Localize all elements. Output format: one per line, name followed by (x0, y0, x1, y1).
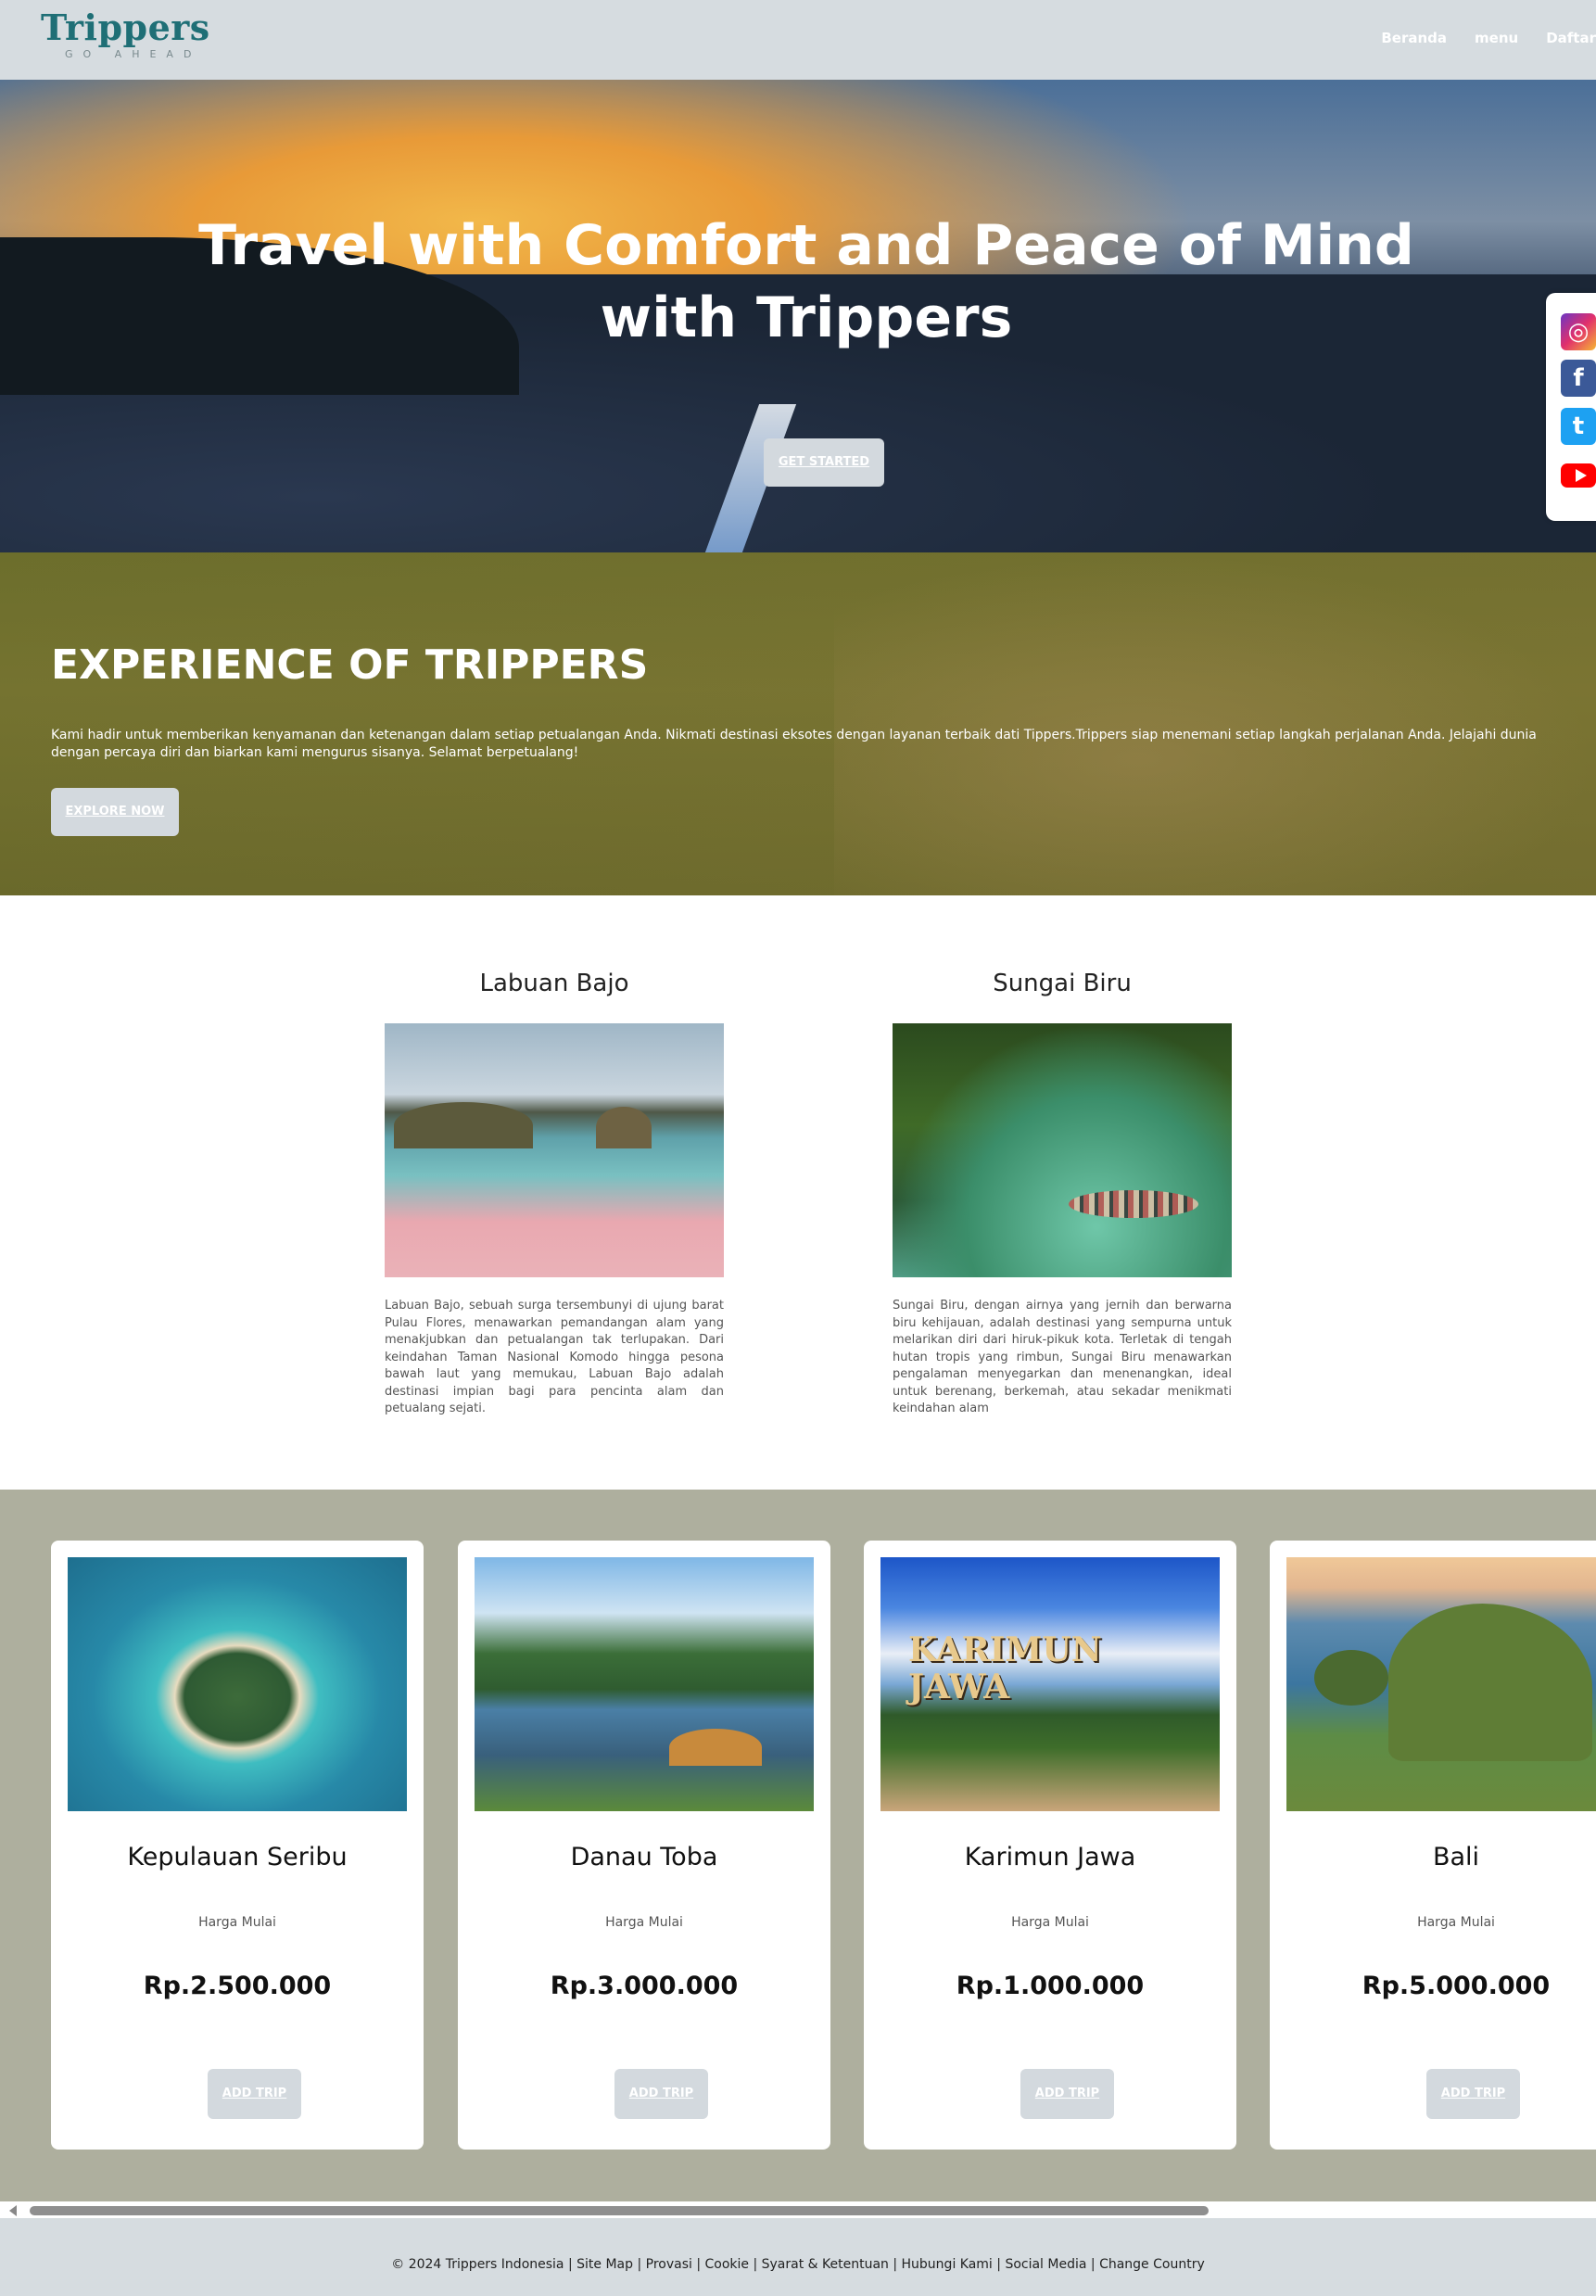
experience-background-image (834, 552, 1596, 895)
trip-title: Karimun Jawa (964, 1843, 1136, 1871)
logo-tagline: GO AHEAD (65, 48, 202, 60)
trip-title: Danau Toba (570, 1843, 718, 1871)
nav-menu[interactable]: menu (1475, 30, 1518, 46)
karimun-jawa-image: KARIMUN JAWA (880, 1557, 1220, 1811)
add-trip-button[interactable]: ADD TRIP (1020, 2069, 1114, 2119)
trip-price: Rp.3.000.000 (550, 1972, 739, 2000)
kepulauan-seribu-image (68, 1557, 407, 1811)
add-trip-button[interactable]: ADD TRIP (614, 2069, 708, 2119)
karimun-jawa-sign: KARIMUN JAWA (908, 1630, 1102, 1706)
destination-title: Sungai Biru (993, 970, 1132, 997)
trip-price-label: Harga Mulai (1417, 1915, 1495, 1930)
trip-price: Rp.1.000.000 (956, 1972, 1145, 2000)
instagram-icon[interactable]: ◎ (1561, 313, 1596, 350)
facebook-icon[interactable]: f (1561, 360, 1596, 397)
cliff-shape (1388, 1604, 1592, 1761)
add-trip-button[interactable]: ADD TRIP (1426, 2069, 1520, 2119)
trip-title: Bali (1432, 1843, 1480, 1871)
horizontal-scrollbar[interactable] (0, 2201, 1596, 2218)
island-shape (596, 1107, 652, 1148)
trip-card: Bali Harga Mulai Rp.5.000.000 ADD TRIP (1270, 1541, 1596, 2150)
get-started-button[interactable]: GET STARTED (764, 438, 884, 487)
hut-shape (669, 1729, 762, 1766)
trip-price: Rp.2.500.000 (143, 1972, 332, 2000)
rock-shape (1314, 1650, 1388, 1706)
main-nav: Beranda menu Daftar (1381, 30, 1596, 46)
trip-card: Danau Toba Harga Mulai Rp.3.000.000 ADD … (458, 1541, 830, 2150)
social-media-tab: ◎ f t (1546, 293, 1596, 521)
site-header: Trippers GO AHEAD Beranda menu Daftar (0, 0, 1596, 80)
destination-title: Labuan Bajo (479, 970, 629, 997)
danau-toba-image (475, 1557, 814, 1811)
nav-daftar[interactable]: Daftar (1546, 30, 1596, 46)
youtube-icon[interactable] (1561, 456, 1596, 493)
trip-price-label: Harga Mulai (1011, 1915, 1089, 1930)
scroll-left-arrow-icon[interactable] (9, 2205, 17, 2216)
experience-text: Kami hadir untuk memberikan kenyamanan d… (51, 728, 1537, 760)
trip-price-label: Harga Mulai (605, 1915, 683, 1930)
island-shape (394, 1102, 533, 1148)
experience-title: EXPERIENCE OF TRIPPERS (51, 641, 649, 689)
destination-sungai-biru: Sungai Biru Sungai Biru, dengan airnya y… (893, 970, 1232, 1418)
destination-description: Sungai Biru, dengan airnya yang jernih d… (893, 1299, 1232, 1415)
bali-image (1286, 1557, 1596, 1811)
footer-links[interactable]: © 2024 Trippers Indonesia | Site Map | P… (0, 2257, 1596, 2272)
destination-labuan-bajo: Labuan Bajo Labuan Bajo, sebuah surga te… (385, 970, 724, 1418)
trip-price-label: Harga Mulai (198, 1915, 276, 1930)
logo-title: Trippers (41, 6, 210, 48)
add-trip-button[interactable]: ADD TRIP (208, 2069, 301, 2119)
destination-description: Labuan Bajo, sebuah surga tersembunyi di… (385, 1299, 724, 1415)
labuan-bajo-image (385, 1023, 724, 1277)
trips-carousel[interactable]: Kepulauan Seribu Harga Mulai Rp.2.500.00… (0, 1490, 1596, 2201)
trip-title: Kepulauan Seribu (127, 1843, 348, 1871)
nav-beranda[interactable]: Beranda (1381, 30, 1447, 46)
hero-banner: Travel with Comfort and Peace of Mind wi… (0, 80, 1596, 552)
twitter-icon[interactable]: t (1561, 408, 1596, 445)
trip-price: Rp.5.000.000 (1362, 1972, 1551, 2000)
sungai-biru-image (893, 1023, 1232, 1277)
experience-section: EXPERIENCE OF TRIPPERS Kami hadir untuk … (0, 552, 1596, 895)
site-footer: © 2024 Trippers Indonesia | Site Map | P… (0, 2218, 1596, 2296)
trip-card: KARIMUN JAWA Karimun Jawa Harga Mulai Rp… (864, 1541, 1236, 2150)
hero-title: Travel with Comfort and Peace of Mind wi… (198, 213, 1414, 350)
group-of-people (1069, 1190, 1198, 1218)
explore-now-button[interactable]: EXPLORE NOW (51, 788, 179, 836)
trip-card: Kepulauan Seribu Harga Mulai Rp.2.500.00… (51, 1541, 424, 2150)
scrollbar-thumb[interactable] (30, 2206, 1209, 2215)
logo[interactable]: Trippers GO AHEAD (41, 6, 210, 61)
